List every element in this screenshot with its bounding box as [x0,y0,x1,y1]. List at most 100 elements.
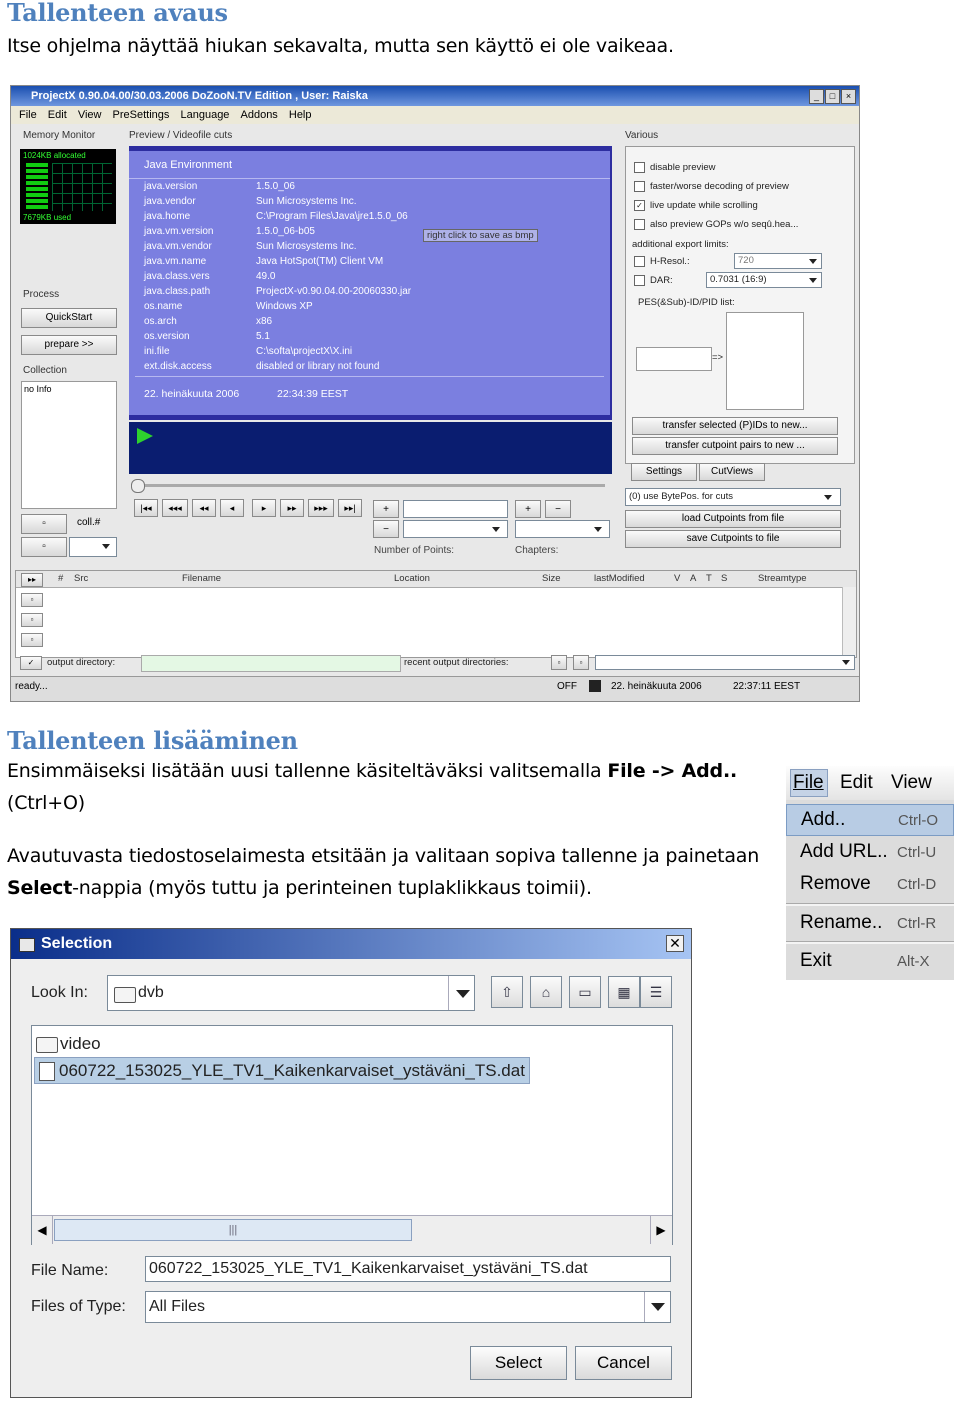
cut-points-combo[interactable] [403,520,508,538]
column-header[interactable]: # [58,573,63,584]
nav-step-back-icon[interactable]: ◂ [220,499,244,517]
dar-combo[interactable]: 0.7031 (16:9) [706,272,822,288]
horizontal-scrollbar[interactable]: ◀ ||| ▶ [32,1215,672,1245]
output-directory-field[interactable] [141,655,401,672]
column-header[interactable]: Src [74,573,88,584]
menu-edit[interactable]: Edit [48,106,67,124]
checkbox-checked[interactable]: ✓ [634,200,645,211]
select-button[interactable]: Select [470,1346,567,1380]
column-header[interactable]: T [706,573,712,584]
transfer-cuts-button[interactable]: transfer cutpoint pairs to new ... [632,437,838,455]
home-icon[interactable]: ⌂ [530,976,562,1008]
look-in-combo[interactable]: dvb [107,975,475,1011]
table-expand-icon[interactable]: ▸▸ [21,573,43,587]
scroll-left-icon[interactable]: ◀ [32,1216,53,1244]
nav-step-forward-icon[interactable]: ▸ [252,499,276,517]
dar-option[interactable]: DAR: [634,275,673,286]
nav-first-icon[interactable]: |◂◂ [134,499,158,517]
menu-item-remove[interactable]: Remove Ctrl-D [786,869,954,901]
scroll-thumb[interactable]: ||| [54,1219,412,1241]
menu-file[interactable]: File [793,772,824,794]
column-header[interactable]: Size [542,573,560,584]
menu-view[interactable]: View [891,772,932,794]
recent-remove-icon[interactable]: ▫ [573,655,589,670]
menu-item-add-url[interactable]: Add URL.. Ctrl-U [786,837,954,869]
maximize-icon[interactable]: □ [825,89,840,104]
menu-item-add[interactable]: Add.. Ctrl-O [786,804,954,836]
checkbox[interactable] [634,162,645,173]
column-header[interactable]: V [674,573,680,584]
menu-file[interactable]: File [19,106,37,124]
option-disable-preview[interactable]: disable preview [634,162,715,173]
quickstart-button[interactable]: QuickStart [21,308,117,328]
play-icon[interactable] [137,428,153,444]
list-view-icon[interactable]: ▦ [608,976,640,1008]
column-header[interactable]: lastModified [594,573,645,584]
hresol-option[interactable]: H-Resol.: [634,256,690,267]
close-icon[interactable]: ✕ [666,935,684,952]
menu-item-exit[interactable]: Exit Alt-X [786,946,954,978]
menu-item-rename[interactable]: Rename.. Ctrl-R [786,908,954,940]
menu-edit[interactable]: Edit [840,772,873,794]
recent-output-combo[interactable] [595,655,855,670]
column-header[interactable]: A [690,573,696,584]
column-header[interactable]: Filename [182,573,221,584]
prepare-button[interactable]: prepare >> [21,335,117,355]
file-name-input[interactable]: 060722_153025_YLE_TV1_Kaikenkarvaiset_ys… [145,1256,671,1282]
files-of-type-combo[interactable]: All Files [145,1291,671,1323]
pid-input[interactable] [636,347,712,371]
nav-last-icon[interactable]: ▸▸| [338,499,362,517]
column-header[interactable]: Location [394,573,430,584]
timeline-slider[interactable] [129,479,612,493]
table-tool-icon[interactable]: ▫ [21,633,43,647]
menu-presettings[interactable]: PreSettings [113,106,170,124]
pid-list[interactable] [726,312,804,410]
remove-cut-icon[interactable]: − [373,520,399,538]
java-environment-panel[interactable]: Java Environment java.version 1.5.0_06 ja… [129,151,610,415]
nav-fast-forward-icon[interactable]: ▸▸▸ [308,499,334,517]
table-tool-icon[interactable]: ▫ [21,613,43,627]
checkbox[interactable] [634,256,645,267]
menu-language[interactable]: Language [180,106,229,124]
column-header[interactable]: S [721,573,727,584]
load-cutpoints-button[interactable]: load Cutpoints from file [625,510,841,528]
chapters-combo[interactable] [515,520,610,538]
scroll-right-icon[interactable]: ▶ [650,1216,671,1244]
add-chapter-icon[interactable]: + [515,500,541,518]
menu-addons[interactable]: Addons [241,106,278,124]
timeline-knob[interactable] [131,479,145,493]
table-scrollbar[interactable] [842,587,856,657]
option-preview-gops[interactable]: also preview GOPs w/o seqû.hea... [634,219,798,230]
menu-help[interactable]: Help [289,106,312,124]
collection-list[interactable]: no Info [21,381,117,509]
nav-back-icon[interactable]: ◂◂ [192,499,216,517]
recent-add-icon[interactable]: ▫ [551,655,567,670]
collection-add-icon[interactable]: ▫ [21,514,67,534]
transfer-pids-button[interactable]: transfer selected (P)IDs to new... [632,417,838,435]
add-cut-icon[interactable]: + [373,500,399,518]
close-icon[interactable]: × [841,89,856,104]
cut-mode-combo[interactable]: (0) use BytePos. for cuts [625,488,841,506]
details-view-icon[interactable]: ☰ [640,976,672,1008]
up-folder-icon[interactable]: ⇧ [491,976,523,1008]
file-list-item-selected[interactable]: 060722_153025_YLE_TV1_Kaikenkarvaiset_ys… [34,1057,530,1084]
checkbox[interactable] [634,275,645,286]
option-live-update[interactable]: ✓ live update while scrolling [634,200,758,211]
option-faster-decoding[interactable]: faster/worse decoding of preview [634,181,789,192]
checkbox[interactable] [634,219,645,230]
save-cutpoints-button[interactable]: save Cutpoints to file [625,530,841,548]
minimize-icon[interactable]: _ [809,89,824,104]
column-header[interactable]: Streamtype [758,573,807,584]
tab-cutviews[interactable]: CutViews [699,463,765,481]
pid-arrow-icon[interactable]: => [712,352,723,363]
cancel-button[interactable]: Cancel [575,1346,672,1380]
remove-chapter-icon[interactable]: − [545,500,571,518]
checkbox[interactable] [634,181,645,192]
tab-settings[interactable]: Settings [631,463,697,481]
table-tool-icon[interactable]: ▫ [21,593,43,607]
collection-remove-icon[interactable]: ▫ [21,537,67,557]
nav-forward-icon[interactable]: ▸▸ [280,499,304,517]
cut-point-field[interactable] [403,500,508,518]
collection-number-combo[interactable] [69,537,117,557]
menu-view[interactable]: View [78,106,102,124]
